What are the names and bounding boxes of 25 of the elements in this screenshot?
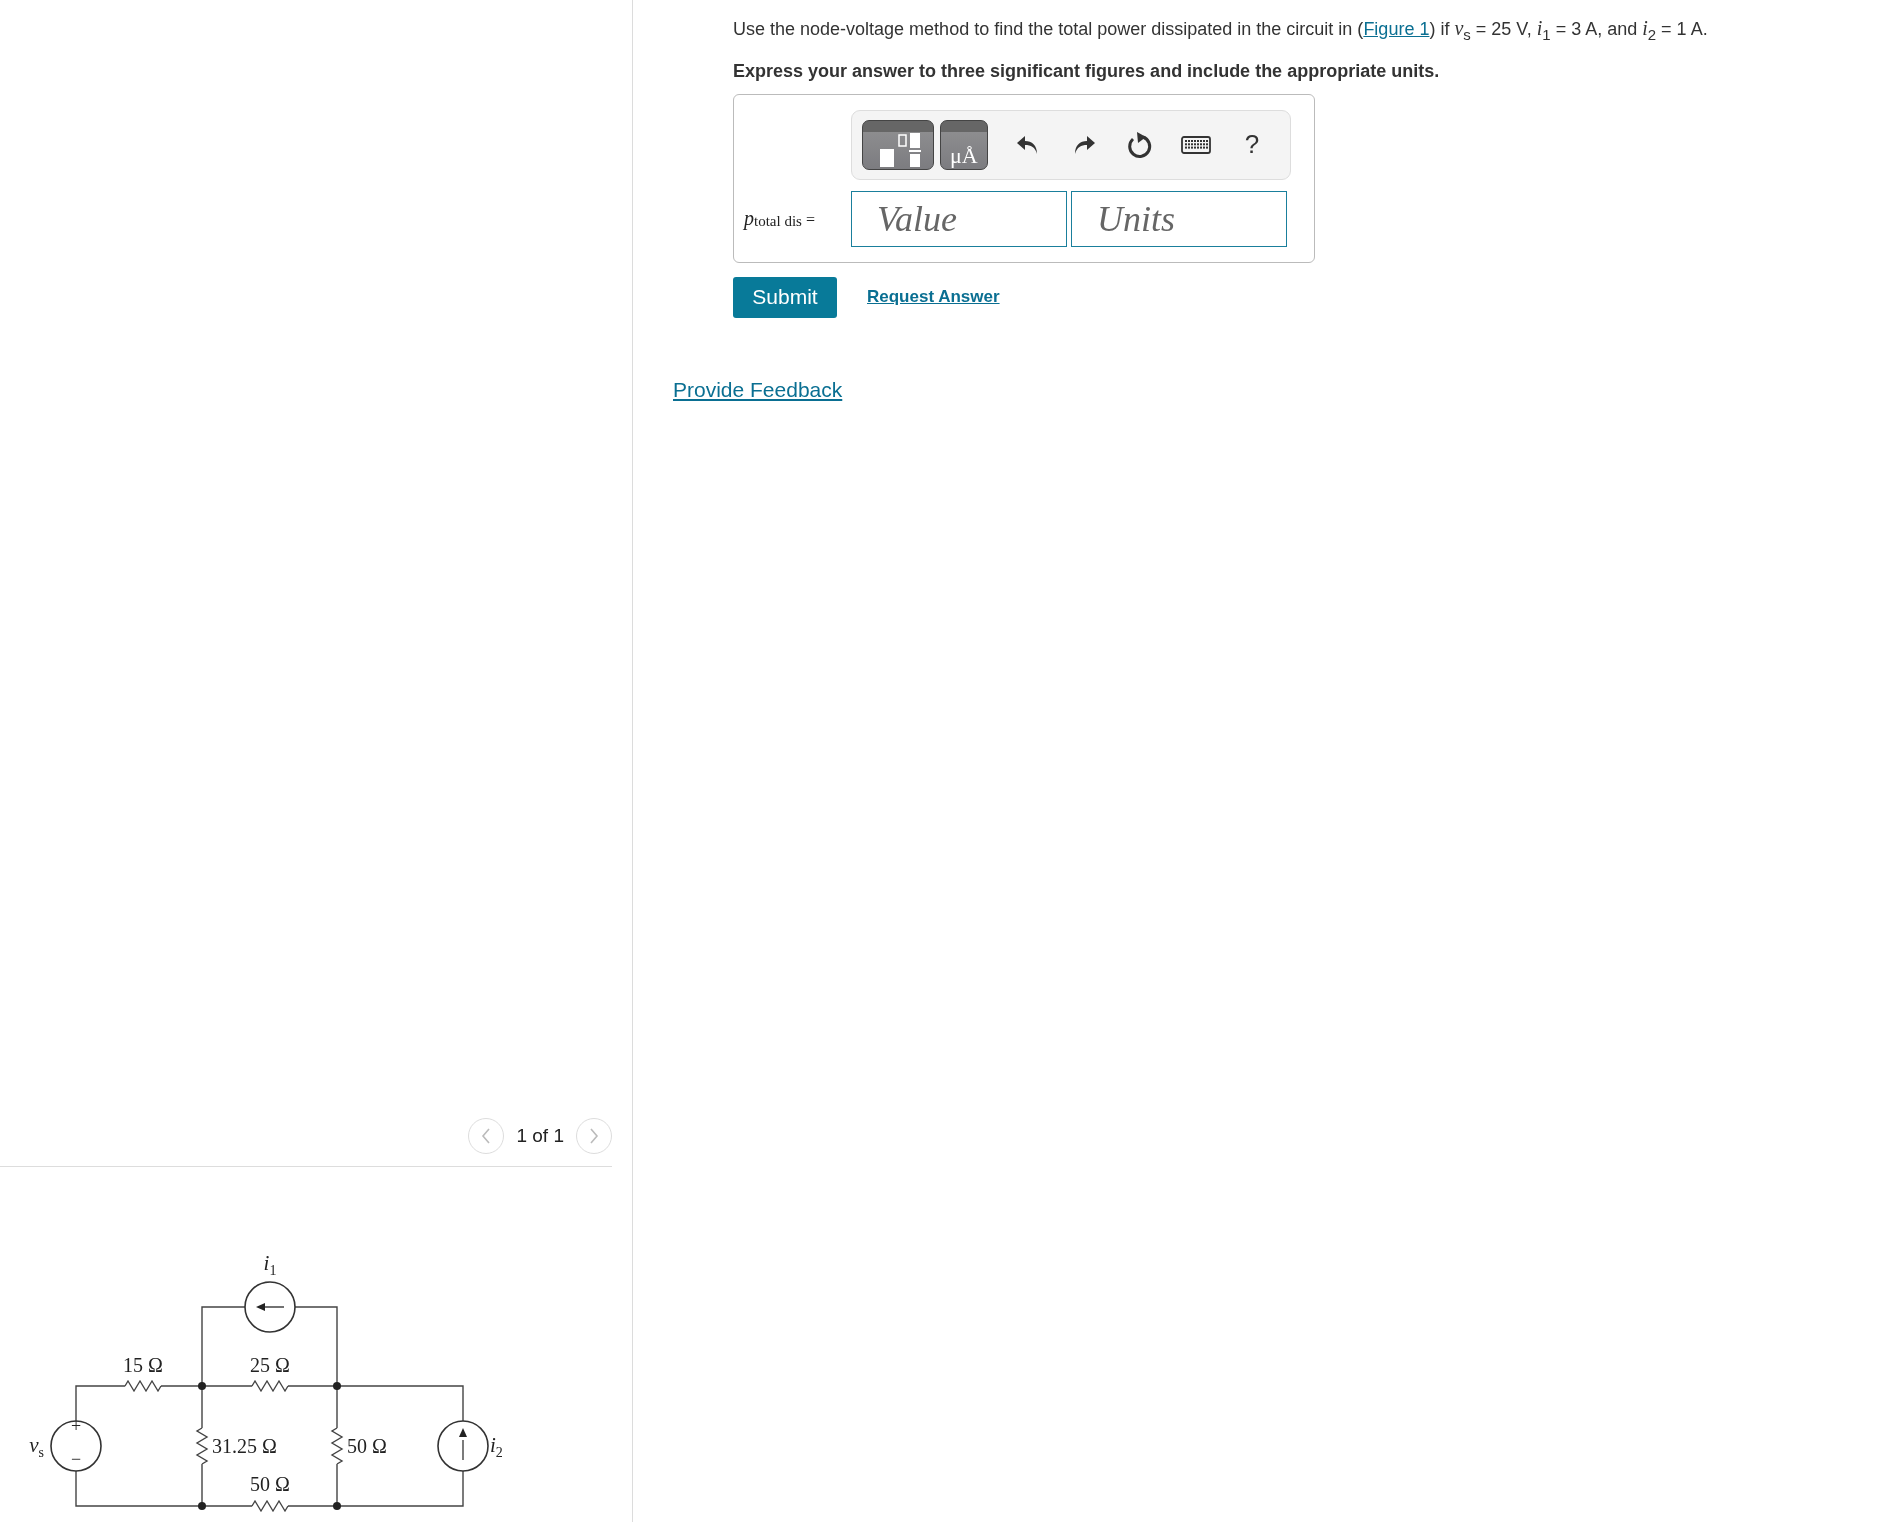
polarity-sign: −	[70, 1449, 82, 1469]
request-answer-link[interactable]: Request Answer	[867, 287, 1000, 308]
polarity-sign: +	[70, 1416, 82, 1436]
chevron-right-icon	[588, 1127, 600, 1145]
question-text: Use the node-voltage method to find the total power dissipated in the circuit in (Figure 1) if v$_{s}$ = 25 V, i$_{1}$ = 3 A, and i$_{2}$ = 1 A.	[733, 16, 1709, 45]
units-field[interactable]: Units	[1071, 190, 1287, 247]
templates-button[interactable]	[862, 119, 934, 170]
figure-link[interactable]: Figure 1	[1363, 19, 1430, 39]
resistance-label: 50 Ω	[250, 1473, 290, 1495]
resistance-label: 15 Ω	[123, 1354, 163, 1376]
instruction-text: Express your answer to three significant figures and include the appropriate units.	[733, 60, 1441, 82]
chevron-left-icon	[480, 1127, 493, 1145]
units-button[interactable]: μÅ	[939, 119, 988, 170]
submit-button[interactable]: Submit	[733, 276, 837, 318]
source-label: i$_{2}$	[490, 1433, 503, 1460]
help-button[interactable]: ?	[1223, 119, 1280, 170]
source-label: v$_{s}$	[29, 1433, 44, 1460]
source-label: i$_{1}$	[263, 1251, 277, 1278]
resistance-label: 25 Ω	[250, 1354, 290, 1376]
value-field[interactable]: Value	[851, 190, 1067, 247]
answer-label: p$_{total dis}$ =	[744, 207, 816, 231]
resistance-label: 31.25 Ω	[212, 1435, 277, 1457]
provide-feedback-link[interactable]: Provide Feedback	[673, 377, 843, 402]
page-counter: 1 of 1	[516, 1125, 564, 1147]
resistance-label: 50 Ω	[347, 1435, 387, 1457]
